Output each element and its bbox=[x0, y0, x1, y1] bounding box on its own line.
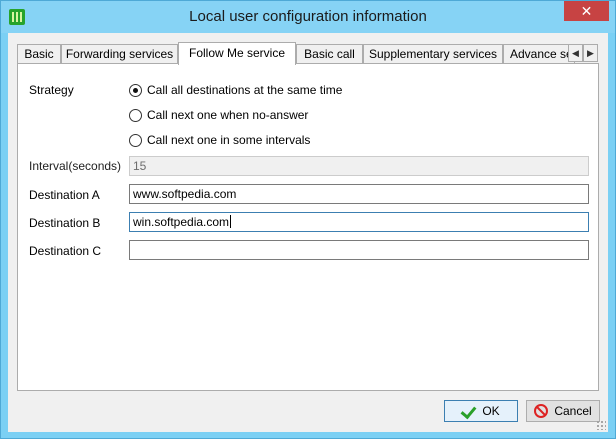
tab-label: Supplementary services bbox=[368, 47, 498, 61]
dialog-client: Basic Forwarding services Follow Me serv… bbox=[8, 33, 608, 432]
tab-forwarding-services[interactable]: Forwarding services bbox=[61, 44, 178, 64]
tab-label: Advance ser bbox=[510, 47, 575, 61]
strategy-option-no-answer[interactable]: Call next one when no-answer bbox=[129, 107, 308, 123]
ok-label: OK bbox=[482, 404, 500, 418]
tab-label: Follow Me service bbox=[188, 46, 286, 60]
radio-label: Call next one when no-answer bbox=[147, 108, 309, 122]
tab-strip: Basic Forwarding services Follow Me serv… bbox=[17, 42, 599, 65]
title-bar[interactable]: Local user configuration information ✕ bbox=[1, 1, 615, 33]
strategy-option-intervals[interactable]: Call next one in some intervals bbox=[129, 132, 310, 148]
radio-checked-icon[interactable] bbox=[129, 83, 142, 97]
tab-basic-call[interactable]: Basic call bbox=[296, 44, 363, 64]
tab-advance-services[interactable]: Advance ser bbox=[503, 44, 575, 64]
close-icon: ✕ bbox=[580, 2, 593, 19]
radio-label: Call all destinations at the same time bbox=[147, 83, 343, 97]
text-caret bbox=[230, 215, 232, 228]
destination-c-input[interactable] bbox=[129, 240, 589, 260]
tab-label: Basic call bbox=[304, 47, 355, 61]
tab-scroll-right-button[interactable]: ▶ bbox=[583, 44, 598, 62]
radio-unchecked-icon[interactable] bbox=[129, 108, 142, 122]
cancel-label: Cancel bbox=[554, 404, 592, 418]
cancel-button[interactable]: Cancel bbox=[526, 400, 600, 422]
tab-label: Basic bbox=[24, 47, 54, 61]
strategy-option-all[interactable]: Call all destinations at the same time bbox=[129, 82, 342, 98]
destination-c-label: Destination C bbox=[29, 244, 102, 258]
destination-a-input[interactable]: www.softpedia.com bbox=[129, 184, 589, 204]
interval-input[interactable]: 15 bbox=[129, 156, 589, 176]
tab-supplementary-services[interactable]: Supplementary services bbox=[363, 44, 503, 64]
radio-unchecked-icon[interactable] bbox=[129, 133, 142, 147]
destination-b-label: Destination B bbox=[29, 216, 101, 230]
interval-label: Interval(seconds) bbox=[29, 159, 122, 173]
resize-grip[interactable] bbox=[596, 420, 606, 430]
follow-me-panel: Strategy Call all destinations at the sa… bbox=[17, 63, 599, 391]
tab-basic[interactable]: Basic bbox=[17, 44, 61, 64]
tab-follow-me-service[interactable]: Follow Me service bbox=[178, 42, 296, 65]
chevron-left-icon: ◀ bbox=[572, 48, 579, 58]
ok-button[interactable]: OK bbox=[444, 400, 518, 422]
window-title: Local user configuration information bbox=[189, 8, 427, 25]
radio-label: Call next one in some intervals bbox=[147, 133, 311, 147]
destination-a-label: Destination A bbox=[29, 188, 100, 202]
close-button[interactable]: ✕ bbox=[564, 1, 609, 21]
chevron-right-icon: ▶ bbox=[587, 48, 594, 58]
config-window: Local user configuration information ✕ B… bbox=[0, 0, 616, 439]
tab-scroll-left-button[interactable]: ◀ bbox=[568, 44, 583, 62]
destination-b-input[interactable]: win.softpedia.com bbox=[129, 212, 589, 232]
cancel-icon bbox=[534, 404, 549, 418]
tab-label: Forwarding services bbox=[65, 47, 174, 61]
destination-b-text: win.softpedia.com bbox=[133, 215, 230, 229]
strategy-label: Strategy bbox=[29, 83, 74, 97]
checkmark-icon bbox=[462, 404, 476, 418]
